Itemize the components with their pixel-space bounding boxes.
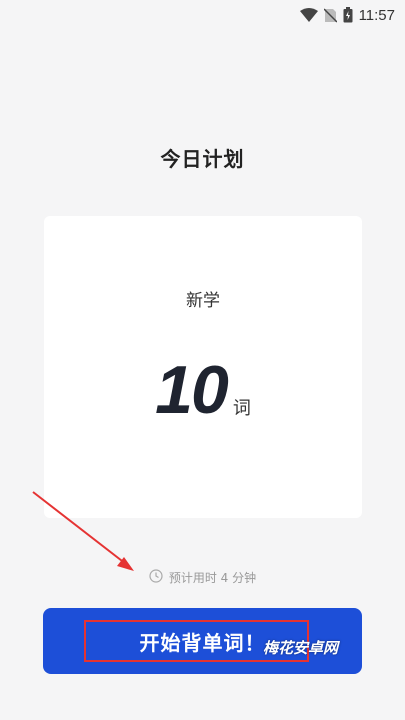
status-time: 11:57 [358,6,395,24]
wifi-icon [299,8,318,22]
estimated-time: 预计用时 4 分钟 [0,569,405,586]
word-count-number: 10 [155,352,229,428]
page-title: 今日计划 [160,147,245,171]
no-sim-icon [323,7,337,23]
clock-icon [149,569,163,586]
status-bar: 11:57 [0,0,405,30]
word-count-unit: 词 [232,398,251,419]
card-label: 新学 [186,291,220,311]
plan-card: 新学 10 词 [44,216,362,518]
estimated-time-text: 预计用时 4 分钟 [168,571,257,585]
battery-icon [343,7,353,23]
word-count: 10 词 [44,356,362,424]
watermark: 梅花安卓网 [263,639,339,657]
